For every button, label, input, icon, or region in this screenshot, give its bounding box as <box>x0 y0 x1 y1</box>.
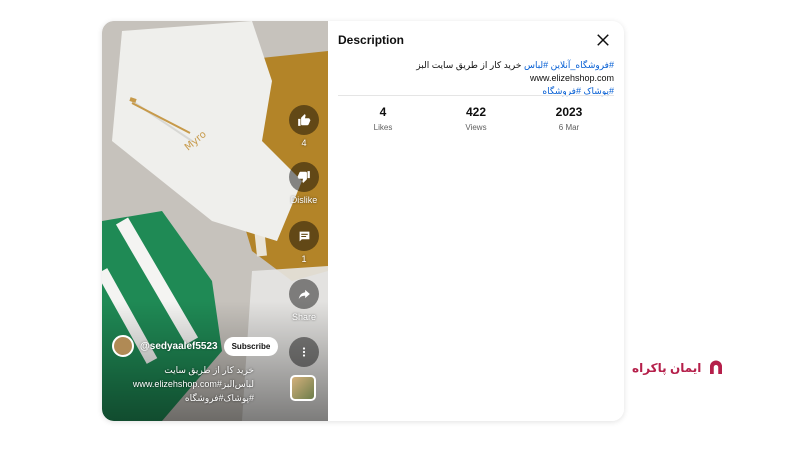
channel-handle[interactable]: @sedyaalef5523 <box>140 341 218 352</box>
comment-icon <box>299 231 309 241</box>
dislike-action[interactable]: Dislike <box>288 162 320 205</box>
more-action[interactable] <box>288 337 320 367</box>
brand-name: ایمان پاکراه <box>632 361 702 375</box>
caption-line-3[interactable]: #پوشاک#فروشگاه <box>114 391 254 405</box>
dislike-label: Dislike <box>290 195 318 205</box>
dislike-button[interactable] <box>289 162 319 192</box>
like-action[interactable]: 4 <box>288 105 320 148</box>
description-title: Description <box>338 33 405 47</box>
stat-date: 2023 6 Mar <box>524 105 614 132</box>
stat-date-caption: 6 Mar <box>558 123 580 132</box>
like-button[interactable] <box>289 105 319 135</box>
description-text: #فروشگاه_آنلاین #لباس خرید کار از طریق س… <box>338 59 614 98</box>
channel-avatar[interactable] <box>112 335 134 357</box>
channel-row: @sedyaalef5523 Subscribe <box>112 335 279 357</box>
share-action[interactable]: Share <box>288 279 320 322</box>
video-player[interactable]: Myro 4 Dislike 1 Share @sedyaalef5523 Su… <box>102 21 328 421</box>
share-button[interactable] <box>289 279 319 309</box>
description-body: خرید کار از طریق سایت البز <box>416 60 522 70</box>
brand-logo-icon <box>710 360 723 374</box>
caption-line-2[interactable]: www.elizehshop.com#لباس‌البز <box>114 377 254 391</box>
stat-year: 2023 <box>555 105 583 119</box>
subscribe-button[interactable]: Subscribe <box>223 336 279 356</box>
more-button[interactable] <box>289 337 319 367</box>
description-url[interactable]: www.elizehshop.com <box>530 73 614 83</box>
caption-line-1: خرید کار از طریق سایت <box>164 365 254 375</box>
share-label: Share <box>291 312 317 322</box>
shorts-card: Myro 4 Dislike 1 Share @sedyaalef5523 Su… <box>102 21 624 421</box>
comment-count: 1 <box>301 254 307 264</box>
stat-likes-value: 4 <box>379 105 387 119</box>
like-count: 4 <box>301 138 307 148</box>
close-icon[interactable] <box>594 31 612 49</box>
video-caption: خرید کار از طریق سایت www.elizehshop.com… <box>114 363 254 405</box>
sound-thumbnail[interactable] <box>290 375 316 401</box>
stat-likes-caption: Likes <box>373 123 393 132</box>
description-hashtags-1[interactable]: #فروشگاه_آنلاین #لباس <box>524 60 614 70</box>
stat-likes: 4 Likes <box>338 105 428 132</box>
description-panel: Description #فروشگاه_آنلاین #لباس خرید ک… <box>328 21 624 421</box>
comment-action[interactable]: 1 <box>288 221 320 264</box>
description-divider <box>338 95 614 96</box>
thumb-down-icon <box>297 171 310 183</box>
stats-row: 4 Likes 422 Views 2023 6 Mar <box>338 105 614 132</box>
stat-views: 422 Views <box>431 105 521 132</box>
thumb-up-icon <box>298 114 311 126</box>
stat-views-caption: Views <box>465 123 487 132</box>
stat-views-value: 422 <box>465 105 487 119</box>
share-icon <box>298 289 310 300</box>
more-vert-icon <box>302 347 306 357</box>
comment-button[interactable] <box>289 221 319 251</box>
brand-watermark: ایمان پاکراه <box>632 359 725 377</box>
